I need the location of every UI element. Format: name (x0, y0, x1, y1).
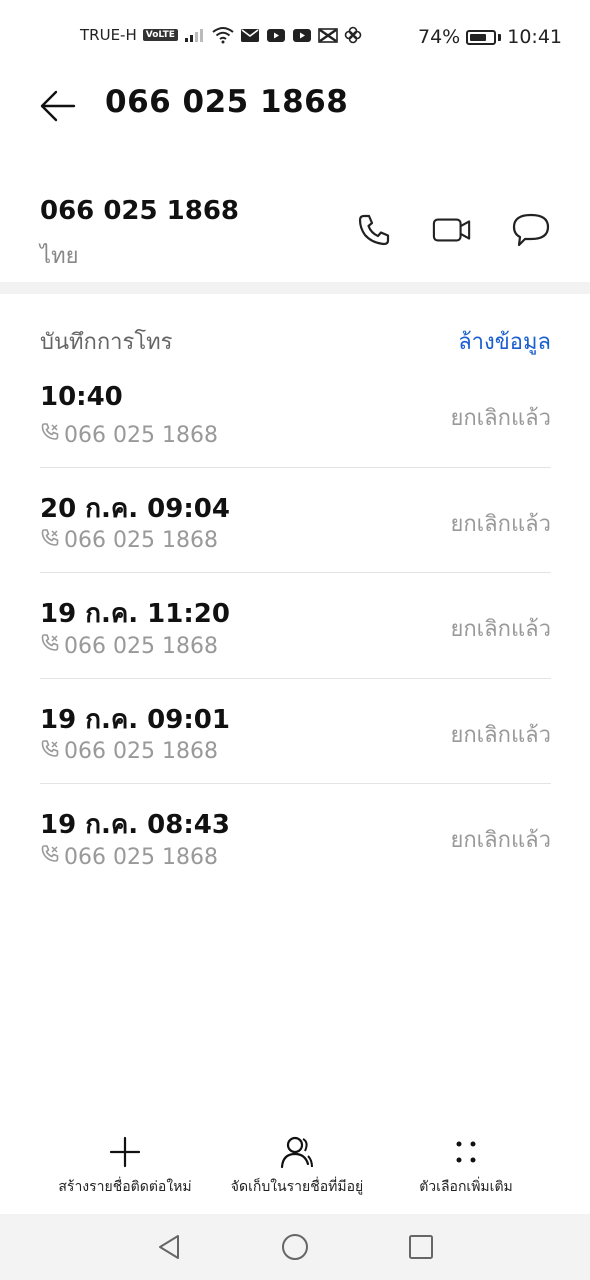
wifi-icon (212, 26, 234, 44)
status-left: TRUE-H VoLTE (80, 26, 362, 44)
contact-number: 066 025 1868 (40, 196, 240, 226)
call-number: 066 025 1868 (64, 528, 218, 553)
volte-badge: VoLTE (142, 29, 178, 41)
call-time: 10:40 (40, 382, 123, 412)
call-number: 066 025 1868 (64, 633, 218, 659)
call-log-row[interactable]: 10:40 066 025 1868 ยกเลิกแล้ว (40, 362, 551, 468)
plus-icon (107, 1132, 143, 1172)
phone-icon (358, 214, 390, 246)
more-options-button[interactable]: ตัวเลือกเพิ่มเติม (396, 1132, 536, 1198)
mail-icon (240, 28, 260, 43)
missed-call-icon (40, 633, 60, 659)
call-log-list: 10:40 066 025 1868 ยกเลิกแล้ว 20 ก.ค. 09:04… (40, 362, 551, 890)
video-call-button[interactable] (432, 210, 472, 250)
new-contact-button[interactable]: สร้างรายชื่อติดต่อใหม่ (50, 1132, 200, 1198)
call-log-header: บันทึกการโทร ล้างข้อมูล (40, 322, 551, 356)
back-arrow-icon (40, 90, 76, 122)
new-contact-label: สร้างรายชื่อติดต่อใหม่ (58, 1179, 192, 1195)
missed-call-icon (40, 422, 60, 448)
call-log-row[interactable]: 19 ก.ค. 08:43 066 025 1868 ยกเลิกแล้ว (40, 784, 551, 890)
person-icon (279, 1132, 315, 1172)
contact-region: ไทย (40, 244, 79, 269)
nav-recents-button[interactable] (404, 1230, 438, 1264)
call-status: ยกเลิกแล้ว (450, 617, 551, 642)
bottom-toolbar: สร้างรายชื่อติดต่อใหม่ จัดเก็บในรายชื่อท… (0, 1132, 590, 1212)
call-detail: 066 025 1868 (40, 844, 218, 870)
more-dots-icon (448, 1132, 484, 1172)
pinwheel-icon (344, 26, 362, 44)
battery-fill (470, 33, 487, 41)
system-nav-bar (0, 1214, 590, 1280)
youtube-icon-2 (292, 28, 312, 43)
status-right: 74% 10:41 (418, 26, 562, 48)
page-title: 066 025 1868 (105, 84, 349, 120)
call-time: 19 ก.ค. 08:43 (40, 810, 230, 840)
call-log-title: บันทึกการโทร (40, 330, 173, 355)
missed-call-icon (40, 844, 60, 870)
call-log-row[interactable]: 20 ก.ค. 09:04 066 025 1868 ยกเลิกแล้ว (40, 468, 551, 573)
clear-log-button[interactable]: ล้างข้อมูล (458, 324, 551, 359)
call-detail: 066 025 1868 (40, 422, 218, 448)
nav-home-button[interactable] (278, 1230, 312, 1264)
youtube-icon (266, 28, 286, 43)
contact-card: 066 025 1868 ไทย (0, 190, 590, 280)
call-number: 066 025 1868 (64, 739, 218, 764)
header: 066 025 1868 (0, 76, 590, 136)
battery-percent: 74% (418, 26, 461, 48)
save-to-existing-button[interactable]: จัดเก็บในรายชื่อที่มีอยู่ (212, 1132, 382, 1198)
save-to-existing-label: จัดเก็บในรายชื่อที่มีอยู่ (230, 1179, 364, 1195)
carrier-label: TRUE-H (80, 26, 137, 44)
nav-back-button[interactable] (152, 1230, 186, 1264)
message-button[interactable] (511, 210, 551, 250)
call-status: ยกเลิกแล้ว (450, 722, 551, 748)
call-log-row[interactable]: 19 ก.ค. 11:20 066 025 1868 ยกเลิกแล้ว (40, 573, 551, 679)
back-button[interactable] (38, 86, 78, 126)
clock: 10:41 (507, 26, 562, 48)
triangle-back-icon (159, 1235, 179, 1259)
more-options-label: ตัวเลือกเพิ่มเติม (419, 1179, 513, 1195)
call-number: 066 025 1868 (64, 844, 218, 870)
call-time: 20 ก.ค. 09:04 (40, 493, 230, 524)
missed-call-icon (40, 739, 60, 765)
call-time: 19 ก.ค. 11:20 (40, 599, 230, 629)
battery-icon (466, 29, 497, 45)
signal-icon (184, 27, 206, 43)
call-status: ยกเลิกแล้ว (450, 406, 551, 431)
capcut-icon (318, 27, 338, 43)
battery-nub (498, 33, 502, 41)
call-status: ยกเลิกแล้ว (450, 511, 551, 537)
video-call-icon (432, 218, 471, 242)
missed-call-icon (40, 528, 60, 554)
call-detail: 066 025 1868 (40, 633, 218, 659)
square-recents-icon (409, 1235, 433, 1259)
section-divider (0, 282, 590, 294)
call-detail: 066 025 1868 (40, 528, 218, 554)
circle-home-icon (282, 1234, 308, 1260)
call-number: 066 025 1868 (64, 422, 218, 448)
call-log-row[interactable]: 19 ก.ค. 09:01 066 025 1868 ยกเลิกแล้ว (40, 679, 551, 784)
call-button[interactable] (354, 210, 394, 250)
message-icon (512, 213, 550, 247)
call-time: 19 ก.ค. 09:01 (40, 704, 230, 735)
status-bar: TRUE-H VoLTE 74% 10:41 (0, 0, 590, 76)
call-detail: 066 025 1868 (40, 739, 218, 765)
call-status: ยกเลิกแล้ว (450, 828, 551, 853)
